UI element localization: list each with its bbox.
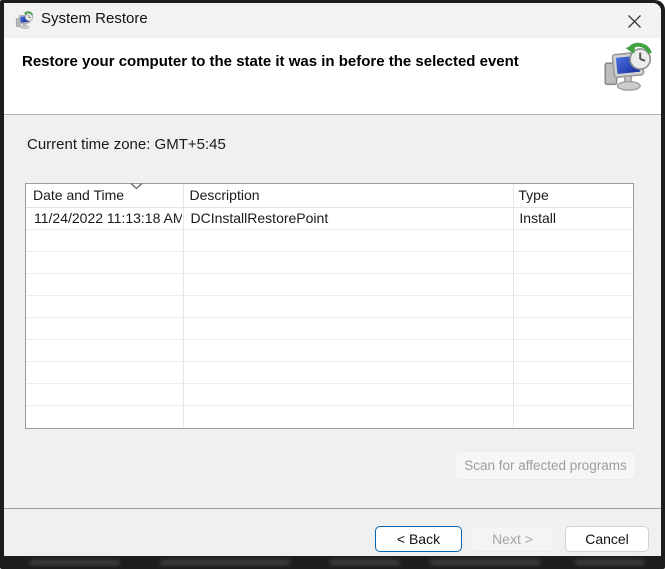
page-heading: Restore your computer to the state it wa… <box>22 53 519 70</box>
table-cell <box>26 230 182 251</box>
restore-points-table: Date and TimeDescriptionType 11/24/2022 … <box>25 183 634 429</box>
table-cell <box>26 274 182 295</box>
table-row-empty <box>26 340 633 362</box>
table-row-empty <box>26 384 633 406</box>
table-header: Date and TimeDescriptionType <box>26 184 633 208</box>
bottom-band <box>0 556 665 569</box>
table-cell <box>511 318 633 339</box>
table-cell <box>511 384 633 405</box>
column-separator <box>513 184 514 428</box>
table-cell <box>26 340 182 361</box>
table-cell <box>26 296 182 317</box>
table-row-empty <box>26 274 633 296</box>
table-cell <box>182 318 511 339</box>
table-cell <box>511 230 633 251</box>
table-cell <box>182 230 511 251</box>
column-header-type[interactable]: Type <box>511 184 633 207</box>
close-icon <box>627 14 642 29</box>
column-header-description[interactable]: Description <box>182 184 511 207</box>
window-content: System Restore Restore your computer to … <box>4 3 661 556</box>
table-row-empty <box>26 406 633 428</box>
table-cell <box>182 296 511 317</box>
table-row-empty <box>26 318 633 340</box>
scan-affected-programs-button[interactable]: Scan for affected programs <box>455 451 636 480</box>
table-cell <box>182 252 511 273</box>
table-cell <box>182 340 511 361</box>
table-row-empty <box>26 230 633 252</box>
table-cell: 11/24/2022 11:13:18 AM <box>26 208 182 229</box>
back-button[interactable]: < Back <box>375 526 462 552</box>
button-bar-divider <box>4 508 661 509</box>
table-row[interactable]: 11/24/2022 11:13:18 AMDCInstallRestorePo… <box>26 208 633 230</box>
table-cell <box>182 362 511 383</box>
table-row-empty <box>26 252 633 274</box>
cancel-button[interactable]: Cancel <box>565 526 649 552</box>
column-separator <box>183 184 184 428</box>
window-title: System Restore <box>41 10 148 27</box>
table-cell <box>511 296 633 317</box>
table-cell <box>511 274 633 295</box>
titlebar: System Restore <box>4 3 661 38</box>
table-cell <box>26 406 182 428</box>
system-restore-large-icon <box>602 42 654 94</box>
table-cell <box>26 384 182 405</box>
table-body: 11/24/2022 11:13:18 AMDCInstallRestorePo… <box>26 208 633 428</box>
system-restore-icon <box>15 11 34 30</box>
table-cell: DCInstallRestorePoint <box>182 208 511 229</box>
chevron-down-icon <box>129 182 144 190</box>
table-cell: Install <box>511 208 633 229</box>
table-cell <box>511 406 633 428</box>
system-restore-window: System Restore Restore your computer to … <box>0 0 665 569</box>
table-row-empty <box>26 296 633 318</box>
column-header-date-and-time[interactable]: Date and Time <box>26 184 182 207</box>
table-cell <box>182 274 511 295</box>
table-cell <box>511 340 633 361</box>
table-cell <box>182 406 511 428</box>
table-cell <box>26 318 182 339</box>
next-button[interactable]: Next > <box>471 526 554 552</box>
table-cell <box>511 252 633 273</box>
table-cell <box>511 362 633 383</box>
header-panel: Restore your computer to the state it wa… <box>4 38 661 115</box>
table-cell <box>26 362 182 383</box>
table-cell <box>182 384 511 405</box>
close-button[interactable] <box>622 9 646 33</box>
timezone-label: Current time zone: GMT+5:45 <box>27 136 226 153</box>
table-cell <box>26 252 182 273</box>
table-row-empty <box>26 362 633 384</box>
